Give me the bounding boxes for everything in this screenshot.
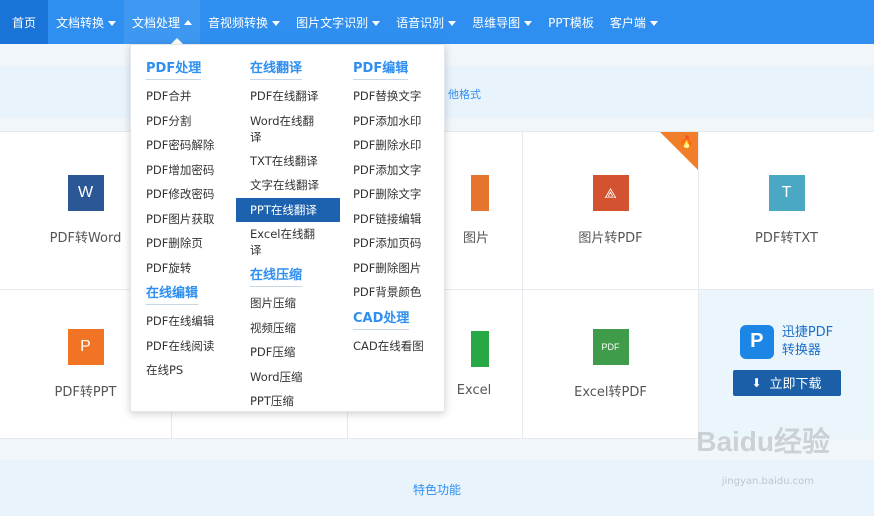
dropdown-item[interactable]: 视频压缩 (250, 316, 340, 341)
caret-down-icon (108, 20, 117, 26)
nav-item-av-convert[interactable]: 音视频转换 (200, 0, 288, 44)
dropdown-heading: PDF编辑 (353, 57, 409, 80)
nav-item-label: 语音识别 (396, 15, 445, 30)
promo-app-name: 迅捷PDF 转换器 (782, 324, 833, 360)
tool-label: PDF转Word (49, 231, 122, 246)
tool-image-to-pdf[interactable]: 🔥 ⟁ 图片转PDF (523, 132, 699, 290)
caret-down-icon (272, 20, 281, 26)
dropdown-item[interactable]: PDF链接编辑 (353, 207, 424, 232)
tool-excel-to-pdf[interactable]: PDF Excel转PDF (523, 290, 699, 439)
dropdown-item[interactable]: Word在线翻译 (250, 109, 324, 149)
fire-icon: 🔥 (679, 135, 694, 149)
excel-pdf-icon: PDF (592, 329, 629, 365)
dropdown-item[interactable]: PDF替换文字 (353, 84, 424, 109)
nav-item-label: 音视频转换 (208, 15, 269, 30)
dropdown-heading: CAD处理 (353, 307, 410, 330)
dropdown-item[interactable]: PDF分割 (146, 109, 214, 134)
dropdown-item[interactable]: PDF删除水印 (353, 133, 424, 158)
nav-item-label: PPT模板 (548, 15, 594, 30)
dropdown-item[interactable]: PDF背景颜色 (353, 280, 424, 305)
ppt-icon: P (67, 329, 104, 365)
dropdown-item[interactable]: PDF在线翻译 (250, 84, 340, 109)
tool-label: PDF转TXT (755, 231, 818, 246)
excel-icon (471, 331, 489, 367)
nav-item-client[interactable]: 客户端 (602, 0, 666, 44)
tool-label: Excel转PDF (574, 385, 647, 400)
nav-item-home[interactable]: 首页 (0, 0, 49, 44)
tool-pdf-to-txt[interactable]: T PDF转TXT (699, 132, 874, 290)
pdf-icon: ⟁ (592, 175, 629, 211)
dropdown-item[interactable]: PDF旋转 (146, 256, 214, 281)
dropdown-item[interactable]: PDF删除文字 (353, 182, 424, 207)
nav-item-label: 客户端 (609, 15, 646, 30)
dropdown-item[interactable]: 图片压缩 (250, 291, 340, 316)
dropdown-item[interactable]: Excel在线翻译 (250, 222, 324, 262)
caret-down-icon (448, 20, 457, 26)
dropdown-heading: 在线翻译 (250, 57, 303, 80)
dropdown-item[interactable]: PDF删除页 (146, 231, 214, 256)
dropdown-item[interactable]: PDF添加页码 (353, 231, 424, 256)
dropdown-item[interactable]: PDF添加水印 (353, 109, 424, 134)
dropdown-item[interactable]: PDF压缩 (250, 340, 340, 365)
dropdown-item[interactable]: PPT压缩 (250, 389, 340, 414)
dropdown-item[interactable]: 在线PS (146, 358, 214, 383)
doc-process-dropdown: PDF处理 PDF合并 PDF分割 PDF密码解除 PDF增加密码 PDF修改密码 PDF… (130, 44, 445, 412)
dropdown-item[interactable]: PDF删除图片 (353, 256, 424, 281)
caret-down-icon (649, 20, 658, 26)
promo-logo: P 迅捷PDF 转换器 (739, 324, 833, 360)
top-nav: 首页 文档转换 文档处理 音视频转换 图片文字识别 语音识别 思维导图 PPT模… (0, 0, 874, 44)
dropdown-heading: 在线编辑 (146, 282, 199, 305)
caret-down-icon (372, 20, 381, 26)
dropdown-heading: PDF处理 (146, 57, 202, 80)
image-icon (471, 175, 489, 211)
nav-item-doc-process[interactable]: 文档处理 (124, 0, 201, 44)
download-icon: ⬇ (751, 375, 762, 390)
nav-item-label: 文档处理 (132, 15, 181, 30)
dropdown-col-translate: 在线翻译 PDF在线翻译 Word在线翻译 TXT在线翻译 文字在线翻译 PPT在线翻译… (236, 57, 340, 414)
nav-item-mindmap[interactable]: 思维导图 (464, 0, 540, 44)
nav-item-label: 图片文字识别 (296, 15, 369, 30)
watermark-url: jingyan.baidu.com (721, 476, 814, 487)
dropdown-item[interactable]: PDF在线编辑 (146, 309, 214, 334)
info-band-link[interactable]: 他格式 (448, 86, 481, 102)
txt-icon: T (768, 175, 805, 211)
dropdown-item[interactable]: PDF图片获取 (146, 207, 214, 232)
tool-label: Excel (456, 383, 492, 398)
dropdown-item[interactable]: TXT在线翻译 (250, 149, 340, 174)
tool-label: 图片 (462, 231, 489, 246)
nav-item-speech[interactable]: 语音识别 (388, 0, 464, 44)
nav-item-label: 文档转换 (56, 15, 105, 30)
nav-item-ocr[interactable]: 图片文字识别 (288, 0, 388, 44)
dropdown-item[interactable]: PDF增加密码 (146, 158, 214, 183)
dropdown-item[interactable]: PPT在线翻译 (236, 197, 340, 222)
download-button[interactable]: ⬇ 立即下载 (732, 369, 841, 396)
promo-name-line1: 迅捷PDF (781, 324, 834, 340)
dropdown-item[interactable]: PDF在线阅读 (146, 334, 214, 359)
dropdown-item[interactable]: Word压缩 (250, 365, 340, 390)
tool-label: 图片转PDF (578, 231, 643, 246)
dropdown-item[interactable]: PDF密码解除 (146, 133, 214, 158)
nav-item-label: 思维导图 (472, 15, 521, 30)
nav-item-ppt-templates[interactable]: PPT模板 (540, 0, 602, 44)
dropdown-item[interactable]: PDF合并 (146, 84, 214, 109)
dropdown-heading: 在线压缩 (250, 264, 303, 287)
promo-name-line2: 转换器 (781, 342, 821, 358)
dropdown-item[interactable]: CAD在线看图 (353, 334, 424, 359)
watermark-logo: Baidu经验 (696, 426, 830, 457)
dropdown-col-pdf-process: PDF处理 PDF合并 PDF分割 PDF密码解除 PDF增加密码 PDF修改密码 PDF… (146, 57, 214, 383)
dropdown-item[interactable]: PDF修改密码 (146, 182, 214, 207)
app-logo-icon: P (739, 324, 774, 359)
nav-item-doc-convert[interactable]: 文档转换 (48, 0, 124, 44)
dropdown-col-pdf-edit: PDF编辑 PDF替换文字 PDF添加水印 PDF删除水印 PDF添加文字 PDF删除文… (353, 57, 424, 358)
tool-label: PDF转PPT (54, 385, 117, 400)
word-icon: W (67, 175, 104, 211)
caret-down-icon (524, 20, 533, 26)
promo-card: P 迅捷PDF 转换器 ⬇ 立即下载 (699, 290, 874, 439)
dropdown-item[interactable]: 文字在线翻译 (250, 173, 340, 198)
download-label: 立即下载 (769, 377, 822, 392)
dropdown-item[interactable]: PDF添加文字 (353, 158, 424, 183)
nav-item-label: 首页 (12, 15, 37, 30)
caret-up-icon (184, 19, 193, 25)
